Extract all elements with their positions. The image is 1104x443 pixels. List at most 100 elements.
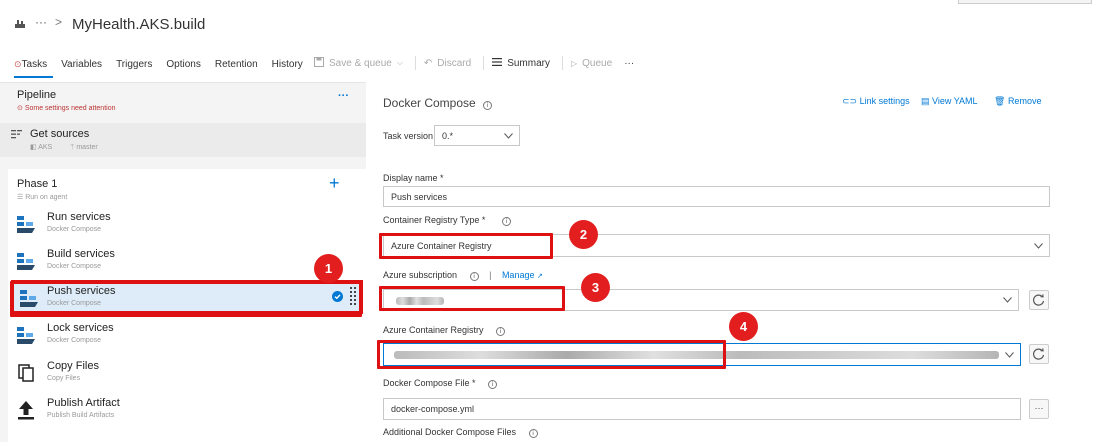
task-run-services[interactable]: Run services Docker Compose <box>8 206 366 243</box>
warning-icon: ⊙ <box>14 60 22 70</box>
callout-1: 1 <box>314 254 343 283</box>
task-build-services[interactable]: Build services Docker Compose <box>8 243 366 280</box>
task-name: Build services <box>47 248 115 260</box>
refresh-acr-button[interactable] <box>1029 344 1049 364</box>
info-icon[interactable]: i <box>528 429 538 438</box>
save-queue-button[interactable]: Save & queue ⌵ <box>314 56 403 70</box>
toolbar: Save & queue ⌵ ↶ Discard Summary ▷ Queue… <box>314 55 646 71</box>
build-pipeline-icon[interactable] <box>14 19 26 32</box>
chevron-down-icon: ⌵ <box>396 58 403 67</box>
summary-button[interactable]: Summary <box>492 57 550 69</box>
info-icon[interactable]: i <box>488 380 498 389</box>
task-copy-files[interactable]: Copy Files Copy Files <box>8 355 366 392</box>
task-subtitle: Docker Compose <box>47 263 102 270</box>
registry-type-label: Container Registry Type * i <box>383 215 511 226</box>
top-bar: ··· > MyHealth.AKS.build <box>0 0 1104 50</box>
repo-icon: ◧ <box>30 144 39 151</box>
panel-title: Docker Compose i <box>383 96 493 110</box>
pipeline-more-button[interactable]: ··· <box>338 90 349 102</box>
task-subtitle: Publish Build Artifacts <box>47 412 115 419</box>
task-name: Lock services <box>47 322 114 334</box>
tab-variables[interactable]: Variables <box>61 54 108 78</box>
toolbar-divider <box>414 56 416 70</box>
compose-file-label: Docker Compose File * i <box>383 378 498 389</box>
subscription-label: Azure subscription i | Manage ↗ <box>383 270 543 281</box>
info-icon[interactable]: i <box>483 101 493 110</box>
task-publish-artifact[interactable]: Publish Artifact Publish Build Artifacts <box>8 392 366 429</box>
source-icon <box>11 129 22 142</box>
document-icon: ▤ <box>921 96 933 106</box>
docker-compose-icon <box>16 251 36 271</box>
get-sources-item[interactable]: Get sources ◧ AKS ᛘ master <box>0 123 366 157</box>
copy-files-icon <box>16 363 36 383</box>
queue-button[interactable]: ▷ Queue <box>571 58 612 69</box>
highlight-box <box>379 233 553 259</box>
link-settings-button[interactable]: ⊂⊃ Link settings <box>842 96 910 107</box>
compose-file-input[interactable]: docker-compose.yml <box>383 398 1021 420</box>
tab-options[interactable]: Options <box>166 54 206 78</box>
get-sources-title: Get sources <box>30 128 90 140</box>
highlight-box <box>379 286 565 311</box>
task-subtitle: Docker Compose <box>47 337 102 344</box>
tab-triggers[interactable]: Triggers <box>116 54 158 78</box>
top-right-button[interactable] <box>958 0 1092 4</box>
refresh-icon <box>1032 348 1045 360</box>
pipeline-header[interactable]: Pipeline ⊙ Some settings need attention … <box>0 83 366 115</box>
get-sources-repo: ◧ AKS ᛘ master <box>30 144 98 151</box>
pipeline-title: Pipeline <box>17 89 57 101</box>
docker-compose-icon <box>16 325 36 345</box>
task-name: Copy Files <box>47 360 99 372</box>
task-name: Publish Artifact <box>47 397 120 409</box>
agent-icon: ☰ <box>17 194 26 201</box>
info-icon[interactable]: i <box>501 217 511 226</box>
callout-3: 3 <box>581 273 610 302</box>
phase-subtitle: ☰ Run on agent <box>17 194 68 201</box>
task-version-label: Task version <box>383 131 434 141</box>
discard-button[interactable]: ↶ Discard <box>424 58 471 69</box>
tab-retention[interactable]: Retention <box>215 54 264 78</box>
highlight-box <box>10 281 362 317</box>
list-icon <box>492 57 503 69</box>
manage-link[interactable]: Manage <box>502 270 535 280</box>
display-name-label: Display name * <box>383 173 444 183</box>
tab-history[interactable]: History <box>272 54 309 78</box>
pipeline-pane: Pipeline ⊙ Some settings need attention … <box>0 82 366 443</box>
view-yaml-button[interactable]: ▤ View YAML <box>921 96 978 107</box>
info-icon[interactable]: i <box>496 327 506 336</box>
docker-compose-icon <box>16 214 36 234</box>
additional-files-label: Additional Docker Compose Files i <box>383 427 538 438</box>
chevron-down-icon <box>504 131 513 141</box>
task-detail-pane: Docker Compose i ⊂⊃ Link settings ▤ View… <box>366 82 1104 442</box>
more-actions-button[interactable]: ··· <box>624 58 634 69</box>
refresh-subscription-button[interactable] <box>1029 290 1049 310</box>
callout-4: 4 <box>729 312 758 341</box>
chevron-down-icon <box>1005 350 1014 360</box>
phase-header[interactable]: Phase 1 ☰ Run on agent + <box>8 169 366 203</box>
toolbar-divider <box>562 56 563 70</box>
breadcrumb-separator: > <box>55 15 63 29</box>
save-icon <box>314 56 324 70</box>
toolbar-divider <box>483 56 485 70</box>
task-name: Run services <box>47 211 111 223</box>
display-name-input[interactable]: Push services <box>383 186 1050 207</box>
upload-icon <box>16 400 36 420</box>
task-subtitle: Copy Files <box>47 375 81 382</box>
remove-button[interactable]: 🗑︎ Remove <box>994 96 1041 107</box>
info-icon[interactable]: i <box>469 272 479 281</box>
browse-button[interactable]: ··· <box>1029 399 1049 419</box>
warning-icon: ⊙ <box>17 105 25 112</box>
tab-bar: ⊙Tasks Variables Triggers Options Retent… <box>14 54 311 78</box>
task-lock-services[interactable]: Lock services Docker Compose <box>8 317 366 354</box>
undo-icon: ↶ <box>423 57 433 69</box>
task-subtitle: Docker Compose <box>47 226 102 233</box>
highlight-box <box>377 340 726 369</box>
task-version-select[interactable]: 0.* <box>434 125 520 146</box>
external-link-icon: ↗ <box>536 273 543 280</box>
link-icon: ⊂⊃ <box>842 96 860 106</box>
add-task-button[interactable]: + <box>329 173 340 194</box>
acr-label: Azure Container Registry i <box>383 325 506 336</box>
play-icon: ▷ <box>571 58 578 68</box>
tab-tasks[interactable]: ⊙Tasks <box>14 54 54 78</box>
breadcrumb-ellipsis[interactable]: ··· <box>35 15 47 29</box>
callout-2: 2 <box>569 220 598 249</box>
